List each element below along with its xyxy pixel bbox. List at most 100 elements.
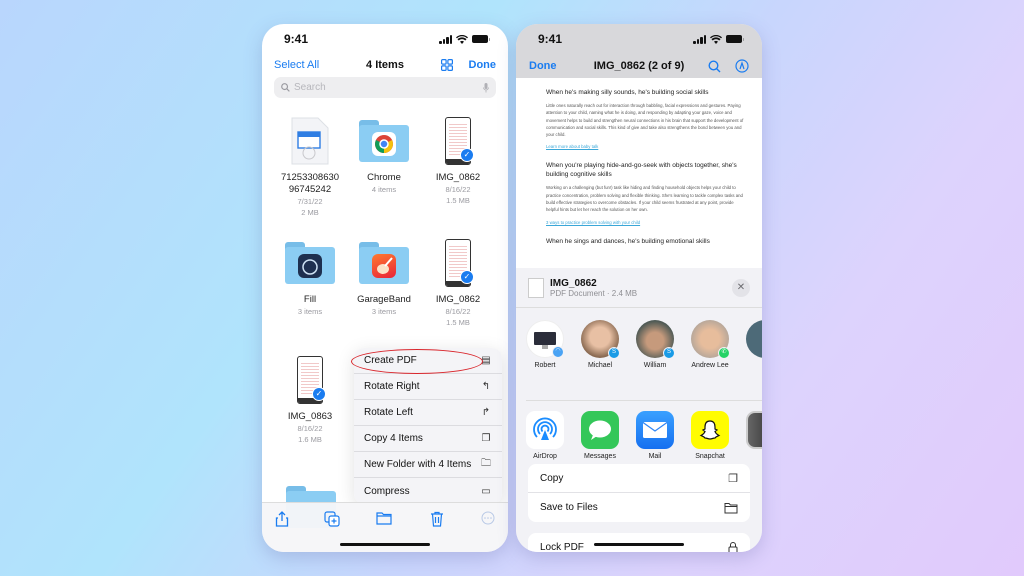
checkmark-icon: ✓ [460, 148, 474, 162]
microphone-icon[interactable] [483, 82, 489, 93]
file-name: IMG_0862 [435, 294, 481, 305]
menu-item-compress[interactable]: Compress ▭ [354, 478, 502, 504]
context-menu: Create PDF ▤ Rotate Right ↰ Rotate Left ↱ C… [354, 348, 502, 504]
select-all-button[interactable]: Select All [274, 59, 319, 71]
contact-robert[interactable]: ◠ Robert [526, 320, 564, 369]
airdrop-icon [526, 411, 564, 449]
preview-phone: 9:41 Done IMG_0862 (2 of 9) When he's ma… [516, 24, 762, 552]
grid-icon[interactable] [440, 59, 453, 71]
lock-icon [728, 542, 738, 552]
file-name: 71253308630 [280, 172, 340, 183]
video-file-icon [291, 117, 329, 165]
done-button[interactable]: Done [529, 60, 557, 72]
avatar [746, 320, 762, 358]
menu-item-copy[interactable]: Copy 4 Items ❐ [354, 426, 502, 452]
battery-icon [726, 35, 744, 43]
close-icon: ✕ [736, 281, 746, 293]
app-messages[interactable]: Messages [581, 411, 619, 460]
search-icon[interactable] [708, 59, 721, 73]
folder-name: GarageBand [357, 294, 411, 305]
app-airdrop[interactable]: AirDrop [526, 411, 564, 460]
doc-heading: When you're playing hide-and-go-seek wit… [546, 162, 737, 179]
doc-link[interactable]: 3 ways to practice problem solving with … [546, 220, 746, 225]
app-icon-partial [746, 411, 762, 449]
close-button[interactable]: ✕ [732, 278, 750, 297]
menu-label: Copy 4 Items [364, 433, 423, 444]
more-icon[interactable] [478, 511, 498, 525]
avatar: S [581, 320, 620, 359]
folder-icon[interactable] [374, 511, 394, 525]
share-icon[interactable] [272, 511, 292, 527]
folder-count: 3 items [297, 307, 323, 316]
messages-icon [581, 411, 619, 449]
file-size: 1.6 MB [298, 435, 322, 444]
file-name: IMG_0862 [435, 172, 481, 183]
avatar: ◠ [526, 320, 564, 358]
app-name: AirDrop [533, 453, 557, 460]
trash-icon[interactable] [427, 511, 447, 527]
menu-label: Rotate Left [364, 407, 413, 418]
file-date: 8/16/22 [297, 424, 323, 433]
file-name-cont: 96745242 [288, 184, 332, 195]
image-item[interactable]: ✓ IMG_0863 8/16/22 1.6 MB [270, 351, 350, 445]
menu-label: Rotate Right [364, 381, 420, 392]
share-file-info: PDF Document · 2.4 MB [550, 288, 638, 298]
actions-group: Copy ❐ Save to Files [528, 464, 750, 522]
doc-heading: When he's making silly sounds, he's buil… [546, 89, 709, 96]
copy-icon: ❐ [728, 472, 738, 485]
document-view[interactable]: When he's making silly sounds, he's buil… [516, 78, 762, 268]
skype-badge-icon: S [663, 347, 675, 359]
rotate-left-icon: ↱ [481, 407, 491, 418]
battery-icon [472, 35, 490, 43]
signal-icon [439, 34, 452, 44]
status-bar: 9:41 [262, 24, 508, 54]
file-size: 1.5 MB [446, 318, 470, 327]
file-date: 8/16/22 [445, 307, 471, 316]
search-input[interactable]: Search [274, 77, 496, 98]
markup-icon[interactable] [735, 59, 749, 73]
folder-item[interactable]: Chrome 4 items [344, 112, 424, 195]
folder-item[interactable]: GarageBand 3 items [344, 234, 424, 317]
contact-michael[interactable]: S Michael [581, 320, 620, 369]
menu-item-rotate-left[interactable]: Rotate Left ↱ [354, 400, 502, 426]
app-name: Snapchat [695, 453, 725, 460]
action-copy[interactable]: Copy ❐ [528, 464, 750, 493]
share-sheet: IMG_0862 PDF Document · 2.4 MB ✕ ◠ Rober… [516, 268, 762, 552]
action-label: Copy [540, 472, 564, 484]
doc-link[interactable]: Learn more about baby talk [546, 144, 746, 149]
image-item[interactable]: ✓ IMG_0862 8/16/22 1.5 MB [418, 112, 498, 206]
avatar: ✆ [691, 320, 730, 359]
folder-icon [724, 502, 738, 513]
contact-william[interactable]: S William [636, 320, 675, 369]
contact-name: Robert [534, 362, 556, 369]
create-pdf-icon: ▤ [481, 355, 491, 366]
copy-icon: ❐ [481, 433, 491, 444]
menu-item-new-folder[interactable]: New Folder with 4 Items 🗀 [354, 452, 502, 478]
contact-partial[interactable]: M [746, 320, 762, 369]
checkmark-icon: ✓ [460, 270, 474, 284]
done-button[interactable]: Done [469, 59, 497, 71]
image-item[interactable]: ✓ IMG_0862 8/16/22 1.5 MB [418, 234, 498, 328]
app-partial[interactable] [746, 411, 762, 460]
menu-item-rotate-right[interactable]: Rotate Right ↰ [354, 374, 502, 400]
checkmark-icon: ✓ [312, 387, 326, 401]
file-size: 2 MB [301, 208, 319, 217]
folder-icon [359, 242, 409, 284]
menu-item-create-pdf[interactable]: Create PDF ▤ [354, 348, 502, 374]
file-item[interactable]: 71253308630 96745242 7/31/22 2 MB [270, 112, 350, 218]
folder-icon [359, 120, 409, 162]
status-bar: 9:41 [516, 24, 762, 54]
folder-name: Chrome [367, 172, 401, 183]
search-icon [281, 83, 290, 92]
app-mail[interactable]: Mail [636, 411, 674, 460]
contact-name: William [643, 362, 667, 369]
folder-name: Fill [303, 294, 317, 305]
signal-icon [693, 34, 706, 44]
folder-item[interactable]: Fill 3 items [270, 234, 350, 317]
app-snapchat[interactable]: Snapchat [691, 411, 729, 460]
duplicate-icon[interactable] [322, 511, 342, 527]
airdrop-badge-icon: ◠ [552, 346, 564, 358]
home-indicator [594, 543, 684, 546]
action-save-to-files[interactable]: Save to Files [528, 493, 750, 522]
contact-andrew-lee[interactable]: ✆ Andrew Lee [691, 320, 730, 369]
